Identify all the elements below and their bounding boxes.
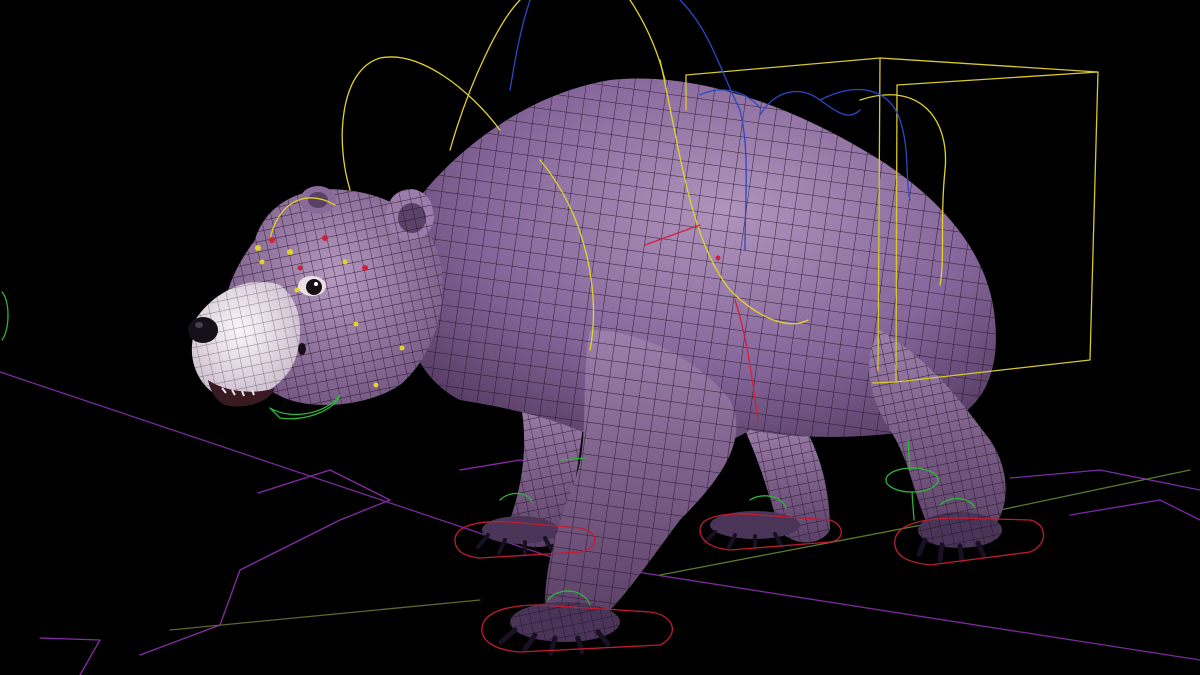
bear-pupil bbox=[306, 279, 322, 295]
bear-nose bbox=[188, 317, 218, 343]
ear-far bbox=[300, 186, 336, 214]
cheek-mark bbox=[298, 343, 306, 355]
viewport-canvas[interactable] bbox=[0, 0, 1200, 675]
offscreen-control[interactable] bbox=[1, 291, 9, 341]
ear-near bbox=[386, 189, 434, 241]
nose-highlight bbox=[195, 322, 203, 328]
eye-highlight bbox=[314, 282, 318, 286]
3d-viewport[interactable] bbox=[0, 0, 1200, 675]
paw-front-near bbox=[498, 602, 620, 656]
